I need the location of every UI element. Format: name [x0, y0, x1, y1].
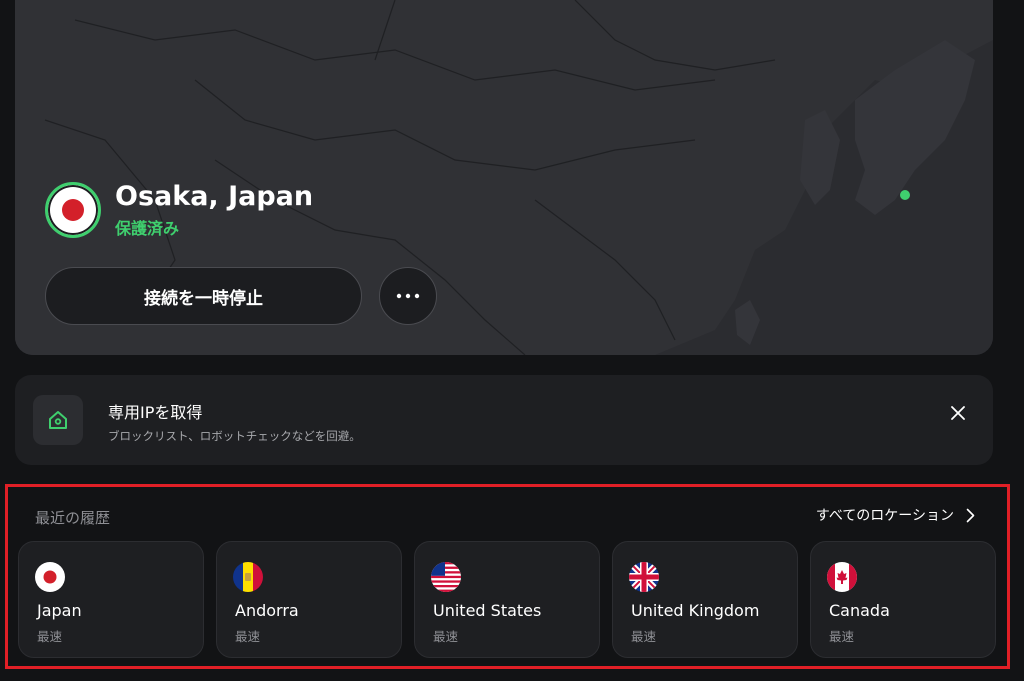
chevron-right-icon [966, 508, 975, 522]
connection-info: Osaka, Japan 保護済み [45, 181, 313, 239]
recent-location-andorra[interactable]: Andorra 最速 [216, 541, 402, 658]
promo-icon-tile [33, 395, 83, 445]
more-options-button[interactable] [379, 267, 437, 325]
location-name: Canada [829, 601, 890, 620]
recent-history-title: 最近の履歴 [35, 509, 111, 527]
vpn-app-window: Osaka, Japan 保護済み 接続を一時停止 専用IPを取得 ブロックリス… [0, 0, 1024, 681]
recent-location-united-states[interactable]: United States 最速 [414, 541, 600, 658]
location-speed: 最速 [235, 629, 261, 644]
location-name: United States [433, 601, 542, 620]
promo-close-button[interactable] [945, 400, 971, 426]
connection-map-card: Osaka, Japan 保護済み 接続を一時停止 [15, 0, 993, 355]
japan-flag-icon [35, 562, 65, 592]
close-icon [951, 406, 965, 420]
more-horizontal-icon [396, 293, 420, 299]
japan-flag-icon [45, 182, 101, 238]
location-speed: 最速 [829, 629, 855, 644]
location-speed: 最速 [37, 629, 63, 644]
andorra-flag-icon [233, 562, 263, 592]
connection-status: 保護済み [115, 219, 180, 238]
dedicated-ip-promo-card[interactable]: 専用IPを取得 ブロックリスト、ロボットチェックなどを回避。 [15, 375, 993, 465]
location-name: United Kingdom [631, 601, 760, 620]
us-flag-icon [431, 562, 461, 592]
location-name: Andorra [235, 601, 299, 620]
promo-title: 専用IPを取得 [108, 403, 203, 422]
all-locations-label: すべてのロケーション [815, 508, 954, 524]
location-speed: 最速 [433, 629, 459, 644]
recent-locations-list: Japan 最速 Andorra 最速 United States 最速 Uni… [18, 541, 996, 658]
recent-location-canada[interactable]: Canada 最速 [810, 541, 996, 658]
recent-location-japan[interactable]: Japan 最速 [18, 541, 204, 658]
location-speed: 最速 [631, 629, 657, 644]
promo-subtitle: ブロックリスト、ロボットチェックなどを回避。 [108, 429, 361, 443]
recent-history-section: 最近の履歴 すべてのロケーション Japan 最速 Andorra 最速 Uni… [5, 484, 1010, 669]
uk-flag-icon [629, 562, 659, 592]
recent-location-united-kingdom[interactable]: United Kingdom 最速 [612, 541, 798, 658]
home-location-icon [49, 411, 67, 429]
canada-flag-icon [827, 562, 857, 592]
connection-location: Osaka, Japan [115, 181, 314, 212]
location-name: Japan [37, 601, 82, 620]
all-locations-link[interactable]: すべてのロケーション [816, 505, 975, 525]
pause-connection-button[interactable]: 接続を一時停止 [45, 267, 362, 325]
